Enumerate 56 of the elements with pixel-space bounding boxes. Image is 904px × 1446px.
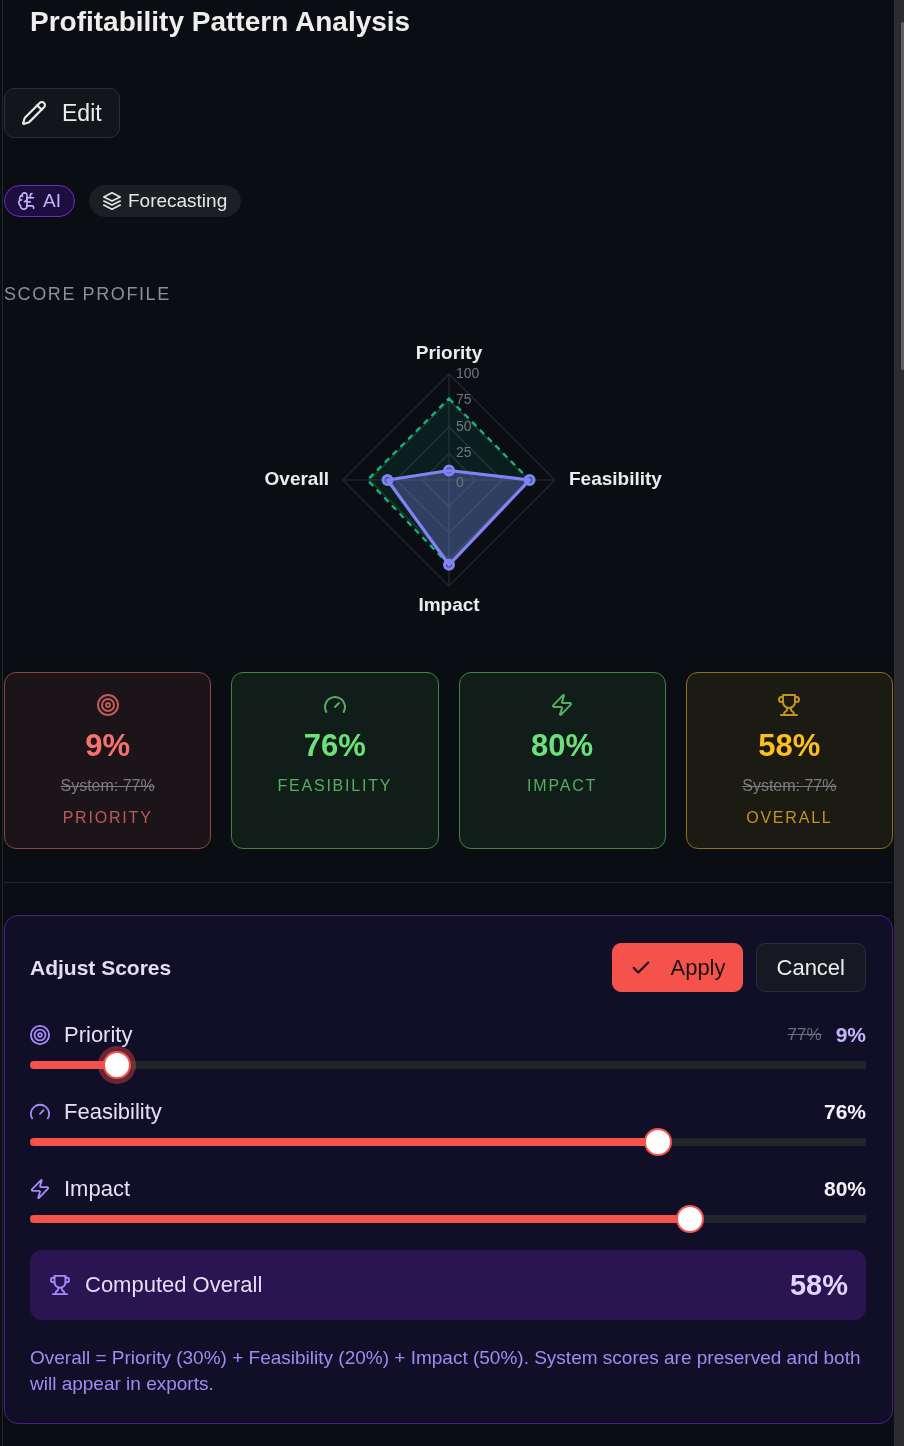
- lightning-bolt-icon: [551, 694, 574, 716]
- trophy-icon: [778, 694, 801, 716]
- tag-label: Forecasting: [127, 190, 228, 212]
- layers-icon: [102, 192, 121, 210]
- lightning-bolt-icon: [30, 1179, 50, 1199]
- formula-note: Overall = Priority (30%) + Feasibility (20%) + Impact (50%). System scores are preserved and both will appear in exports.: [30, 1346, 862, 1396]
- score-value: 76%: [303, 728, 366, 764]
- gauge-icon: [323, 694, 346, 716]
- target-icon: [96, 694, 119, 716]
- slider-label: Impact: [64, 1176, 131, 1202]
- axis-label: Feasibility: [568, 468, 662, 489]
- score-value: 58%: [758, 728, 821, 764]
- slider-value: 9%: [835, 1023, 866, 1047]
- system-score: System: 77%: [742, 776, 837, 796]
- score-point: [523, 474, 536, 486]
- slider-thumb[interactable]: [102, 1051, 131, 1079]
- score-label: IMPACT: [527, 776, 598, 796]
- score-value: 9%: [85, 728, 131, 764]
- score-point: [442, 464, 455, 477]
- gauge-icon: [30, 1102, 50, 1122]
- score-value: 80%: [531, 728, 594, 764]
- tick-label: 75: [455, 391, 472, 408]
- section-heading: SCORE PROFILE: [4, 283, 171, 305]
- computed-label: Computed Overall: [85, 1272, 263, 1298]
- slider-label: Priority: [64, 1022, 133, 1048]
- scrollbar-thumb[interactable]: [901, 22, 904, 370]
- original-score: 77%: [787, 1025, 822, 1045]
- target-icon: [30, 1025, 50, 1045]
- axis-label: Priority: [415, 342, 482, 363]
- axis-label: Impact: [417, 594, 480, 615]
- tag-label: AI: [43, 190, 61, 212]
- score-point: [442, 558, 455, 571]
- tick-label: 0: [455, 473, 464, 490]
- slider-value: 76%: [823, 1100, 866, 1124]
- computed-value: 58%: [789, 1268, 848, 1302]
- system-score: System: 77%: [60, 776, 155, 796]
- slider-thumb[interactable]: [676, 1205, 705, 1233]
- page-title: Profitability Pattern Analysis: [30, 5, 411, 39]
- tick-label: 25: [455, 444, 472, 461]
- tick-label: 100: [455, 364, 479, 381]
- edit-button[interactable]: Edit: [4, 88, 120, 138]
- slider-thumb[interactable]: [644, 1128, 673, 1156]
- score-label: FEASIBILITY: [277, 776, 393, 796]
- brain-icon: [18, 192, 36, 210]
- score-label: PRIORITY: [62, 808, 153, 828]
- slider-value: 80%: [823, 1177, 866, 1201]
- pencil-icon: [22, 101, 46, 125]
- trophy-icon: [50, 1275, 70, 1295]
- cancel-button[interactable]: Cancel: [755, 943, 866, 992]
- score-label: OVERALL: [746, 808, 833, 828]
- score-point: [381, 474, 393, 486]
- panel-title: Adjust Scores: [30, 955, 172, 980]
- tick-label: 50: [455, 417, 472, 434]
- slider-label: Feasibility: [64, 1099, 162, 1125]
- axis-label: Overall: [264, 468, 329, 489]
- apply-button[interactable]: Apply: [612, 943, 743, 992]
